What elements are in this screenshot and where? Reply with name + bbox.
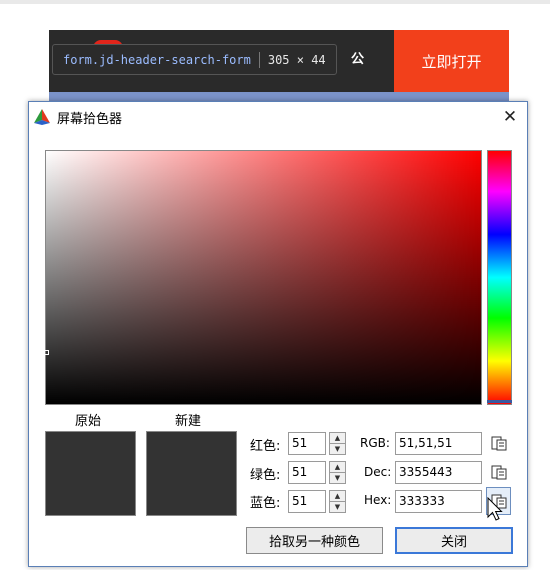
page-header-text-fragment: 公 xyxy=(351,52,365,67)
rgb-field[interactable]: 51,51,51 xyxy=(395,432,482,455)
hue-slider-handle[interactable] xyxy=(487,400,512,403)
copy-dec-button[interactable] xyxy=(488,461,510,483)
close-icon[interactable]: ✕ xyxy=(495,103,525,131)
dec-label: Dec: xyxy=(364,465,392,479)
picker-crosshair[interactable] xyxy=(44,350,49,355)
down-arrow-icon[interactable]: ▼ xyxy=(330,472,345,482)
tooltip-selector: form.jd-header-search-form xyxy=(63,52,251,67)
devtools-element-tooltip: form.jd-header-search-form 305 × 44 xyxy=(52,44,337,75)
saturation-value-picker[interactable] xyxy=(44,150,482,405)
blue-stepper[interactable]: ▲ ▼ xyxy=(329,490,346,513)
hex-field[interactable]: 333333 xyxy=(395,490,482,513)
up-arrow-icon[interactable]: ▲ xyxy=(330,433,345,443)
new-color-swatch xyxy=(146,431,237,516)
blue-label: 蓝色: xyxy=(250,496,281,511)
down-arrow-icon[interactable]: ▼ xyxy=(330,501,345,511)
red-input[interactable]: 51 xyxy=(288,432,326,455)
green-stepper[interactable]: ▲ ▼ xyxy=(329,461,346,484)
green-input[interactable]: 51 xyxy=(288,461,326,484)
color-picker-dialog: 屏幕拾色器 ✕ 原始 新建 红色: 51 ▲ ▼ 绿色: 51 ▲ ▼ 蓝色: 51… xyxy=(28,101,528,567)
tooltip-size: 305 × 44 xyxy=(267,52,326,67)
new-color-label: 新建 xyxy=(175,414,202,429)
close-button[interactable]: 关闭 xyxy=(395,527,513,554)
hue-slider[interactable] xyxy=(487,150,512,405)
down-arrow-icon[interactable]: ▼ xyxy=(330,443,345,453)
mouse-pointer-icon xyxy=(487,497,503,521)
original-color-label: 原始 xyxy=(75,414,102,429)
red-stepper[interactable]: ▲ ▼ xyxy=(329,432,346,455)
blue-input[interactable]: 51 xyxy=(288,490,326,513)
open-app-label: 立即打开 xyxy=(421,52,482,71)
up-arrow-icon[interactable]: ▲ xyxy=(330,462,345,472)
rgb-label: RGB: xyxy=(360,436,390,450)
clipboard-icon xyxy=(491,465,507,480)
up-arrow-icon[interactable]: ▲ xyxy=(330,491,345,501)
open-app-button[interactable]: 立即打开 xyxy=(394,30,509,92)
copy-rgb-button[interactable] xyxy=(488,432,510,454)
dialog-titlebar[interactable]: 屏幕拾色器 ✕ xyxy=(29,102,527,132)
red-label: 红色: xyxy=(250,439,281,454)
color-picker-app-icon xyxy=(34,109,50,125)
hex-label: Hex: xyxy=(364,493,392,507)
original-color-swatch xyxy=(45,431,136,516)
page-top-border xyxy=(0,0,550,4)
dialog-title: 屏幕拾色器 xyxy=(57,112,123,127)
clipboard-icon xyxy=(491,436,507,451)
green-label: 绿色: xyxy=(250,468,281,483)
tooltip-divider xyxy=(258,51,260,68)
pick-another-color-button[interactable]: 拾取另一种颜色 xyxy=(246,527,383,554)
dec-field[interactable]: 3355443 xyxy=(395,461,482,484)
